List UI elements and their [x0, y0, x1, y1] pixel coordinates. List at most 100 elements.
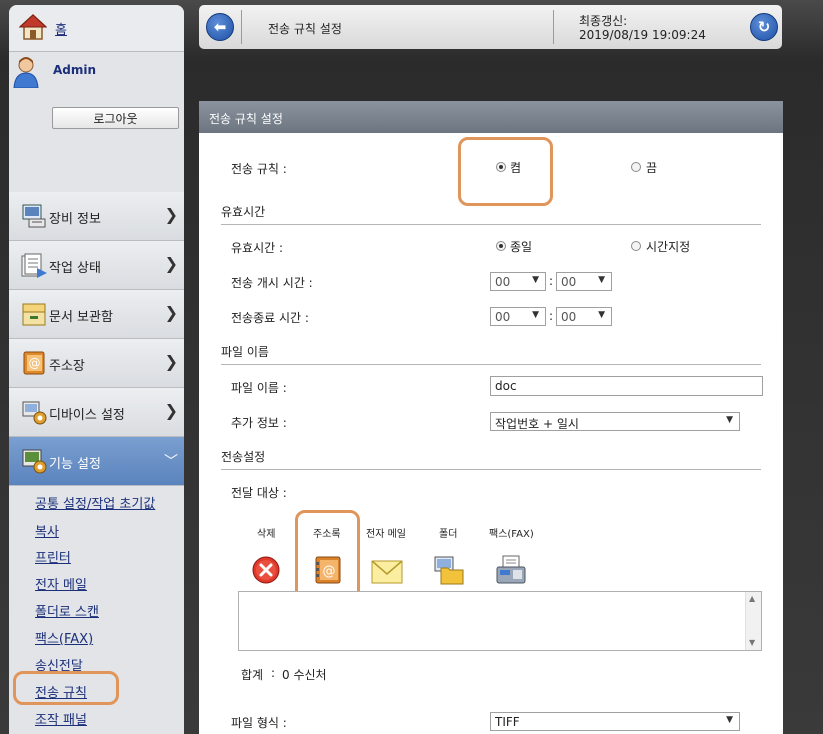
- nav-label: 디바이스 설정: [49, 408, 125, 423]
- function-settings-icon: [22, 449, 47, 474]
- nav-device-settings[interactable]: 디바이스 설정 ❯: [9, 388, 184, 437]
- nav-label: 기능 설정: [49, 457, 101, 472]
- delete-icon[interactable]: [250, 554, 282, 586]
- section-divider: [221, 224, 761, 225]
- time-colon: :: [549, 309, 554, 323]
- start-hour-value: 00: [495, 275, 511, 289]
- section-transfer: 전송설정: [221, 450, 266, 464]
- dropdown-arrow-icon: ▼: [598, 275, 605, 285]
- nav-job-status[interactable]: 작업 상태 ❯: [9, 241, 184, 290]
- last-updated-value: 2019/08/19 19:09:24: [579, 28, 706, 42]
- chevron-down-icon: ﹀: [164, 454, 178, 470]
- device-info-icon: [22, 204, 46, 228]
- end-hour-value: 00: [495, 310, 511, 324]
- home-label: 홈: [55, 23, 67, 38]
- nav-function-settings[interactable]: 기능 설정 ﹀: [9, 437, 184, 486]
- dropdown-arrow-icon: ▼: [598, 310, 605, 320]
- email-envelope-icon[interactable]: [371, 556, 403, 588]
- extra-info-label: 추가 정보 :: [231, 416, 287, 430]
- address-book-icon: @: [23, 351, 45, 375]
- sub-link-operation-panel[interactable]: 조작 패널: [35, 709, 87, 728]
- svg-text:@: @: [29, 356, 41, 370]
- refresh-icon: ↻: [757, 18, 771, 36]
- chevron-right-icon: ❯: [164, 401, 178, 420]
- sub-link-fax[interactable]: 팩스(FAX): [35, 628, 93, 647]
- device-settings-icon: [22, 401, 47, 425]
- dropdown-arrow-icon: ▼: [532, 310, 539, 320]
- page-title: 전송 규칙 설정: [268, 22, 342, 36]
- sub-link-email[interactable]: 전자 메일: [35, 574, 87, 593]
- last-updated-label: 최종갱신:: [579, 14, 628, 28]
- dest-delete-label: 삭제: [257, 529, 276, 540]
- sub-link-common-settings[interactable]: 공통 설정/작업 초기값: [35, 493, 155, 512]
- rule-off-radio[interactable]: [631, 162, 641, 172]
- scroll-up-icon[interactable]: ▲: [749, 594, 755, 603]
- main-panel: 전송 규칙 설정 전송 규칙 : 켬 끔 유효시간 유효시간 : 종일 시간지정…: [199, 101, 783, 734]
- extra-info-select[interactable]: 작업번호 + 일시 ▼: [490, 412, 740, 431]
- back-button[interactable]: ⬅: [206, 13, 234, 41]
- refresh-button[interactable]: ↻: [750, 13, 778, 41]
- section-divider: [221, 469, 761, 470]
- validity-label: 유효시간 :: [231, 241, 284, 255]
- dropdown-arrow-icon: ▼: [532, 275, 539, 285]
- chevron-right-icon: ❯: [164, 352, 178, 371]
- user-avatar-icon: [13, 57, 39, 88]
- document-box-icon: [22, 303, 46, 326]
- filename-label: 파일 이름 :: [231, 381, 287, 395]
- chevron-right-icon: ❯: [164, 303, 178, 322]
- dropdown-arrow-icon: ▼: [726, 715, 733, 725]
- end-minute-select[interactable]: 00 ▼: [556, 307, 612, 326]
- nav-address-book[interactable]: @ 주소장 ❯: [9, 339, 184, 388]
- section-filename: 파일 이름: [221, 345, 269, 359]
- destination-list-scrollbar[interactable]: ▲ ▼: [745, 592, 761, 650]
- nav-label: 장비 정보: [49, 212, 101, 227]
- nav-document-box[interactable]: 문서 보관함 ❯: [9, 290, 184, 339]
- validity-allday-label: 종일: [510, 240, 533, 254]
- divider: [241, 10, 242, 44]
- file-format-select[interactable]: TIFF ▼: [490, 712, 740, 731]
- validity-allday-radio[interactable]: [496, 241, 506, 251]
- user-panel: Admin 로그아웃: [9, 52, 184, 193]
- fax-machine-icon[interactable]: [495, 554, 527, 586]
- section-validity: 유효시간: [221, 205, 266, 219]
- nav-label: 문서 보관함: [49, 310, 113, 325]
- end-minute-value: 00: [561, 310, 577, 324]
- total-colon: :: [271, 666, 276, 680]
- filename-input[interactable]: [490, 376, 763, 396]
- extra-info-value: 작업번호 + 일시: [495, 417, 579, 431]
- destination-list[interactable]: ▲ ▼: [238, 591, 762, 651]
- start-minute-select[interactable]: 00 ▼: [556, 272, 612, 291]
- scroll-down-icon[interactable]: ▼: [749, 638, 755, 647]
- nav-label: 주소장: [49, 359, 85, 374]
- panel-header: 전송 규칙 설정: [199, 101, 783, 133]
- rule-off-label: 끔: [646, 161, 658, 175]
- total-label: 합계: [241, 668, 264, 682]
- home-link[interactable]: 홈: [9, 5, 184, 52]
- start-minute-value: 00: [561, 275, 577, 289]
- folder-icon[interactable]: [433, 554, 465, 586]
- validity-custom-radio[interactable]: [631, 241, 641, 251]
- file-format-value: TIFF: [495, 715, 520, 729]
- end-time-label: 전송종료 시간 :: [231, 311, 309, 325]
- sub-link-scan-to-folder[interactable]: 폴더로 스캔: [35, 601, 99, 620]
- validity-custom-label: 시간지정: [646, 240, 691, 254]
- total-value: 0 수신처: [282, 668, 327, 682]
- start-time-label: 전송 개시 시간 :: [231, 276, 313, 290]
- chevron-right-icon: ❯: [164, 205, 178, 224]
- logout-button[interactable]: 로그아웃: [52, 107, 179, 129]
- nav-device-info[interactable]: 장비 정보 ❯: [9, 192, 184, 241]
- nav-label: 작업 상태: [49, 261, 101, 276]
- divider: [553, 10, 554, 44]
- top-bar: ⬅ 전송 규칙 설정 최종갱신: 2019/08/19 19:09:24 ↻: [199, 5, 782, 49]
- destination-label: 전달 대상 :: [231, 486, 287, 500]
- start-hour-select[interactable]: 00 ▼: [490, 272, 546, 291]
- file-format-label: 파일 형식 :: [231, 716, 287, 730]
- highlight-rule-on: [458, 137, 553, 206]
- sub-link-copy[interactable]: 복사: [35, 521, 59, 540]
- dropdown-arrow-icon: ▼: [726, 415, 733, 425]
- end-hour-select[interactable]: 00 ▼: [490, 307, 546, 326]
- sub-link-printer[interactable]: 프린터: [35, 547, 71, 566]
- home-icon: [19, 13, 47, 40]
- chevron-right-icon: ❯: [164, 254, 178, 273]
- sidebar: 홈 Admin 로그아웃 장비 정보 ❯ 작업 상태 ❯ 문서 보관함 ❯ @ …: [9, 5, 184, 734]
